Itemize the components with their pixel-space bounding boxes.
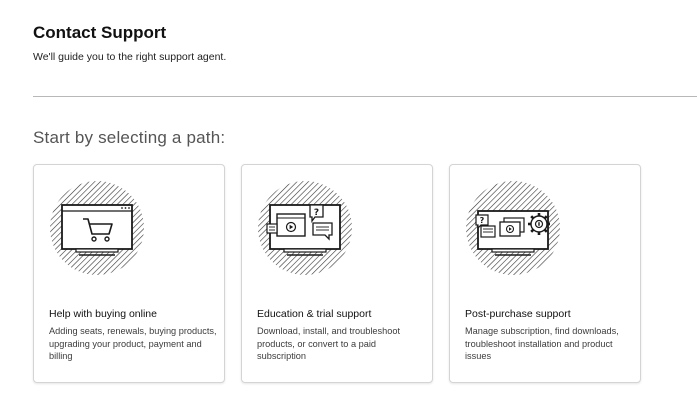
page-subtitle: We'll guide you to the right support age… (33, 51, 227, 63)
section-heading: Start by selecting a path: (33, 128, 226, 147)
card-buying-online[interactable]: Help with buying online Adding seats, re… (33, 164, 225, 383)
card-title: Post-purchase support (465, 308, 571, 320)
card-title: Education & trial support (257, 308, 372, 320)
svg-text:?: ? (314, 208, 319, 218)
card-description: Adding seats, renewals, buying products,… (49, 326, 217, 361)
card-description: Download, install, and troubleshoot prod… (257, 326, 401, 361)
card-title: Help with buying online (49, 308, 157, 320)
page-title: Contact Support (33, 23, 167, 42)
header-divider (33, 96, 697, 97)
svg-text:?: ? (480, 216, 485, 225)
video-chat-monitor-icon: ? (258, 181, 352, 275)
shopping-cart-monitor-icon (50, 181, 144, 275)
card-description: Manage subscription, find downloads, tro… (465, 326, 619, 361)
video-gear-monitor-icon: ? (466, 181, 560, 275)
card-post-purchase[interactable]: ? Post-purchase support Manage subscript… (449, 164, 641, 383)
card-education-trial[interactable]: ? Education & trial support Download, in… (241, 164, 433, 383)
